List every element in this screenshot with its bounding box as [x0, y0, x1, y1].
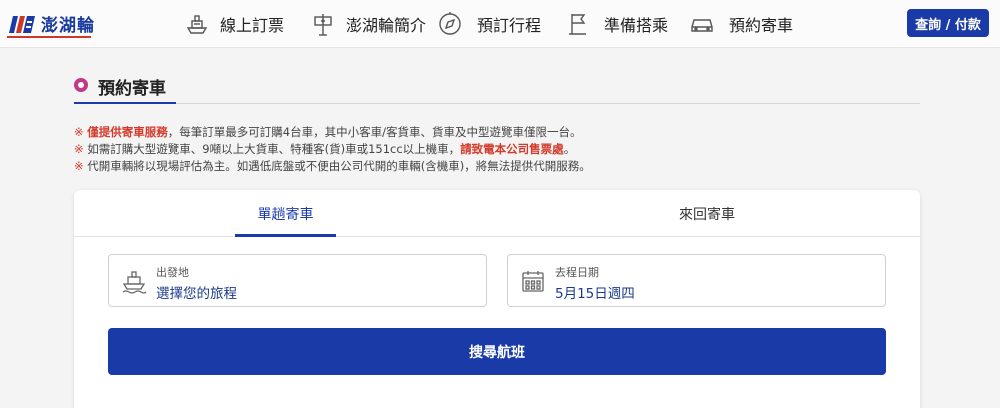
trip-type-tabs: 單趟寄車 來回寄車	[74, 190, 920, 237]
departure-field[interactable]: 出發地 選擇您的旅程	[108, 254, 487, 307]
signpost-icon	[314, 14, 332, 36]
notice-list: ※ 僅提供寄車服務，每筆訂單最多可訂購4台車，其中小客車/客貨車、貨車及中型遊覽…	[74, 124, 591, 175]
notice-mark: ※	[74, 125, 84, 139]
nav-prepare-group: 準備搭乘	[566, 0, 668, 48]
notice-mark: ※	[74, 142, 84, 156]
nav-label: 線上訂票	[220, 16, 285, 35]
notice-item: ※ 僅提供寄車服務，每筆訂單最多可訂購4台車，其中小客車/客貨車、貨車及中型遊覽…	[74, 124, 591, 141]
flag-icon	[569, 14, 586, 35]
tab-one-way[interactable]: 單趟寄車	[235, 190, 336, 237]
nav-label: 預訂行程	[477, 16, 542, 35]
title-bullet-icon	[74, 78, 88, 92]
nav-car-group: 預約寄車	[689, 0, 793, 48]
logo-underline	[7, 36, 91, 38]
notice-mark: ※	[74, 159, 84, 173]
departure-date-value: 5月15日週四	[555, 286, 635, 302]
search-sailings-button[interactable]: 搜尋航班	[108, 328, 886, 375]
departure-date-label: 去程日期	[555, 266, 599, 279]
nav-car-reservation[interactable]: 預約寄車	[689, 0, 793, 48]
nav-online-booking[interactable]: 線上訂票	[184, 0, 284, 48]
nav-about[interactable]: 澎湖輪簡介	[310, 0, 426, 48]
departure-date-field[interactable]: 去程日期 5月15日週四	[507, 254, 886, 307]
notice-highlight: 僅提供寄車服務	[87, 125, 168, 139]
notice-text: ，每筆訂單最多可訂購4台車，其中小客車/客貨車、貨車及中型遊覽車僅限一台。	[167, 125, 582, 139]
tab-round-trip[interactable]: 來回寄車	[657, 190, 757, 237]
departure-label: 出發地	[156, 266, 189, 279]
nav-label: 準備搭乘	[604, 16, 669, 35]
top-header: 澎湖輪 線上訂票 澎湖輪簡介 預訂行程 準備搭乘 預約寄車 查詢 / 付款	[0, 0, 1000, 48]
nav-label: 預約寄車	[729, 16, 794, 35]
departure-value: 選擇您的旅程	[156, 286, 237, 302]
title-underline	[74, 102, 176, 104]
page-title-section: 預約寄車	[74, 70, 920, 104]
notice-suffix: 。	[563, 142, 576, 156]
nav-prepare[interactable]: 準備搭乘	[566, 0, 668, 48]
logo-text: 澎湖輪	[41, 16, 95, 36]
nav-label: 澎湖輪簡介	[346, 16, 427, 35]
logo-mark-icon	[9, 15, 35, 33]
page-title: 預約寄車	[98, 79, 166, 99]
brand-logo[interactable]: 澎湖輪	[7, 11, 95, 36]
nav-about-group: 澎湖輪簡介	[310, 0, 426, 48]
notice-text: 代開車輛將以現場評估為主。如遇低底盤或不便由公司代開的車輛(含機車)，將無法提供…	[87, 159, 591, 173]
query-payment-button[interactable]: 查詢 / 付款	[907, 9, 989, 37]
notice-item: ※ 代開車輛將以現場評估為主。如遇低底盤或不便由公司代開的車輛(含機車)，將無法…	[74, 158, 591, 175]
calendar-icon	[522, 271, 544, 292]
reservation-card: 單趟寄車 來回寄車 出發地 選擇您的旅程 去程日期 5月15日週四 搜尋航班	[74, 190, 920, 408]
car-icon	[691, 19, 713, 32]
notice-text: 如需訂購大型遊覽車、9噸以上大貨車、特種客(貨)車或151cc以上機車，	[87, 142, 461, 156]
ship-icon	[122, 271, 147, 294]
nav-itinerary-group: 預訂行程	[437, 0, 541, 48]
notice-item: ※ 如需訂購大型遊覽車、9噸以上大貨車、特種客(貨)車或151cc以上機車，請致…	[74, 141, 591, 158]
compass-icon	[439, 12, 461, 35]
main-nav: 線上訂票	[184, 0, 284, 48]
nav-itinerary[interactable]: 預訂行程	[437, 0, 541, 48]
notice-highlight: 請致電本公司售票處	[460, 142, 564, 156]
active-tab-indicator	[235, 234, 336, 237]
ship-ticket-icon	[186, 15, 208, 34]
